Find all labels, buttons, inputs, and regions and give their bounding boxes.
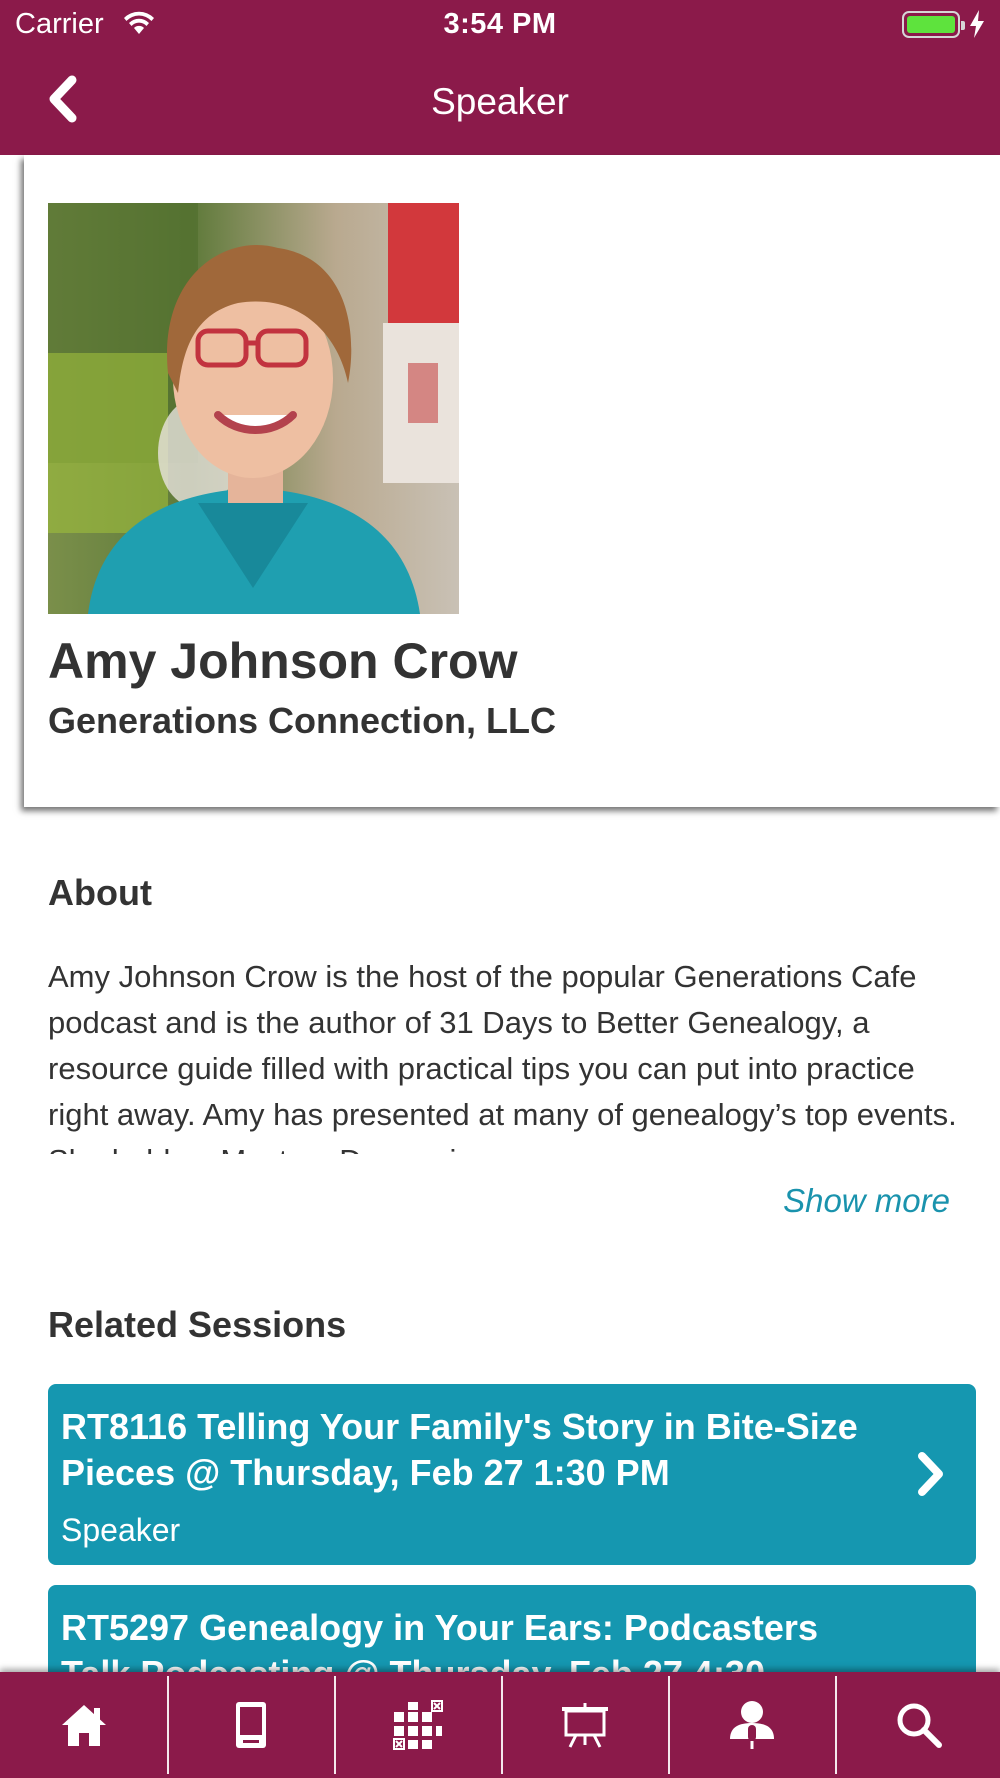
tab-device[interactable] — [167, 1672, 334, 1778]
tab-schedule-grid[interactable] — [334, 1672, 501, 1778]
speaker-company: Generations Connection, LLC — [48, 700, 557, 741]
charging-icon — [968, 9, 986, 44]
speaker-icon — [729, 1701, 774, 1749]
session-item[interactable]: RT8116 Telling Your Family's Story in Bi… — [48, 1384, 976, 1565]
chevron-right-icon — [918, 1452, 943, 1496]
speaker-name: Amy Johnson Crow — [48, 633, 518, 689]
tab-presentations[interactable] — [501, 1672, 668, 1778]
session-role: Speaker — [61, 1512, 181, 1548]
presentation-icon — [561, 1703, 608, 1748]
tab-bar — [0, 1672, 1000, 1778]
tab-speakers[interactable] — [668, 1672, 835, 1778]
search-icon — [897, 1703, 942, 1748]
device-icon — [235, 1702, 266, 1748]
tab-search[interactable] — [835, 1672, 1000, 1778]
about-heading: About — [48, 872, 152, 913]
session-title: RT8116 Telling Your Family's Story in Bi… — [61, 1406, 858, 1493]
grid-icon — [392, 1700, 443, 1750]
top-bar: Carrier 3:54 PM Speaker — [0, 0, 1000, 155]
home-icon — [61, 1705, 106, 1746]
page-title: Speaker — [431, 81, 569, 122]
related-sessions-heading: Related Sessions — [48, 1304, 347, 1345]
speaker-card: Amy Johnson Crow Generations Connection,… — [24, 155, 1000, 807]
status-bar: Carrier 3:54 PM — [0, 0, 1000, 52]
speaker-photo — [48, 203, 459, 614]
clock: 3:54 PM — [443, 8, 557, 40]
about-text: Amy Johnson Crow is the host of the popu… — [48, 959, 957, 1154]
battery-icon — [902, 11, 965, 38]
tab-home[interactable] — [0, 1672, 167, 1778]
show-more-link[interactable]: Show more — [700, 1182, 950, 1220]
